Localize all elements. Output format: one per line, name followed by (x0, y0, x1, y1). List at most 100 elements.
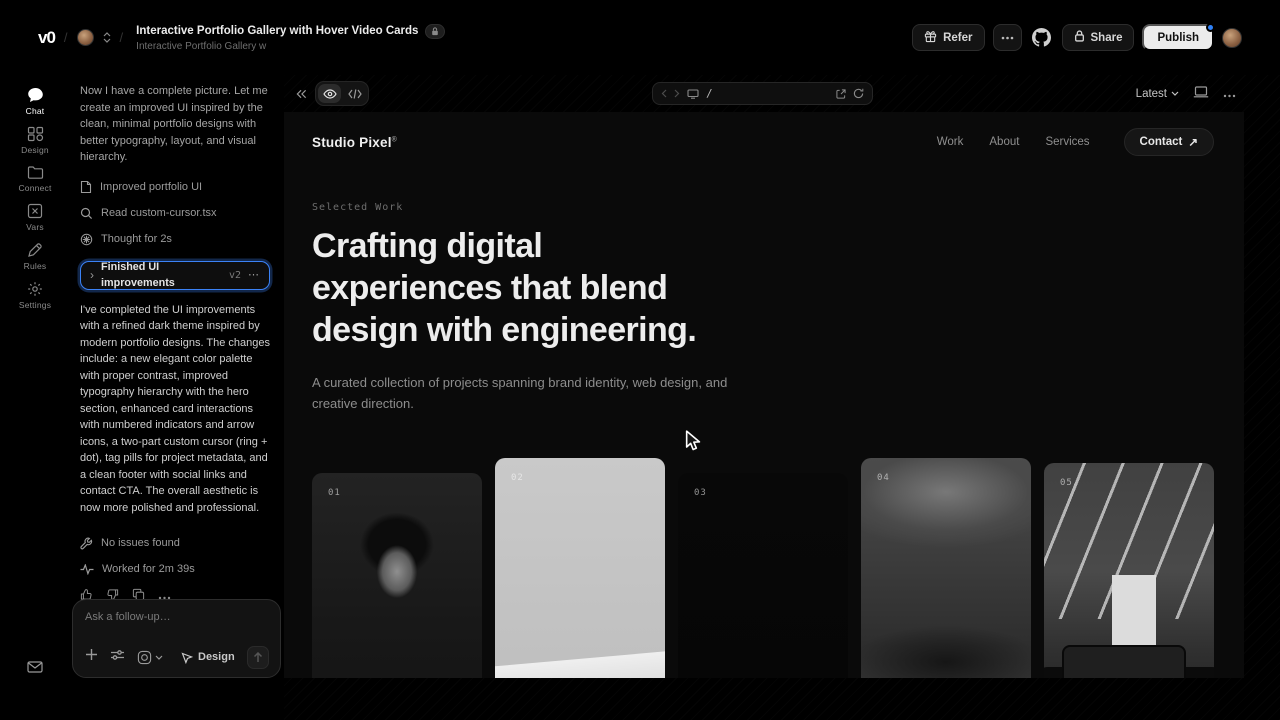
arrow-up-icon (253, 652, 263, 663)
model-logo-icon (137, 650, 152, 665)
send-button[interactable] (247, 646, 269, 669)
arrow-up-right-icon: ↗ (1188, 135, 1198, 149)
assistant-summary-message: I've completed the UI improvements with … (80, 302, 270, 517)
workspace-switcher-icon[interactable] (103, 32, 111, 43)
device-monitor-icon (687, 89, 699, 99)
version-tag: v2 (229, 268, 241, 283)
share-label: Share (1091, 32, 1123, 44)
project-card-01[interactable]: 01 (312, 473, 482, 678)
contact-label: Contact (1140, 136, 1183, 148)
code-icon (348, 89, 362, 99)
status-no-issues[interactable]: No issues found (80, 530, 270, 556)
assistant-intro-message: Now I have a complete picture. Let me cr… (80, 83, 270, 166)
code-view-toggle[interactable] (343, 84, 366, 103)
rail-item-settings[interactable]: Settings (7, 281, 63, 310)
task-list: Improved portfolio UI Read custom-cursor… (80, 176, 270, 251)
preview-eye-toggle[interactable] (318, 84, 341, 103)
viewport-toggle-icon[interactable] (1193, 85, 1209, 103)
settings-sliders-icon[interactable] (110, 649, 125, 667)
rail-label-vars: Vars (26, 222, 44, 232)
nav-link-services[interactable]: Services (1045, 136, 1089, 148)
version-card-menu-icon[interactable]: ⋯ (248, 267, 260, 284)
status-worked-duration[interactable]: Worked for 2m 39s (80, 556, 270, 582)
model-selector[interactable] (137, 650, 163, 665)
file-icon (80, 180, 92, 194)
top-bar: v0 / / Interactive Portfolio Gallery wit… (0, 0, 1280, 75)
search-icon (80, 207, 93, 220)
brand-mark: ® (392, 136, 397, 143)
pulse-icon (80, 564, 94, 575)
card-number: 02 (511, 473, 524, 483)
github-icon[interactable] (1030, 26, 1054, 50)
task-thought[interactable]: Thought for 2s (80, 228, 270, 251)
rail-item-rules[interactable]: Rules (7, 242, 63, 271)
preview-canvas: / Latest Studio Pixel® (284, 75, 1280, 720)
hero-eyebrow: Selected Work (312, 202, 403, 213)
preview-code-toggle (315, 81, 369, 106)
hero-heading-line: design with engineering. (312, 309, 696, 351)
breadcrumb-separator: / (64, 30, 68, 45)
rail-item-design[interactable]: Design (7, 126, 63, 155)
nav-link-work[interactable]: Work (937, 136, 964, 148)
nav-link-about[interactable]: About (989, 136, 1019, 148)
hero-subheading: A curated collection of projects spannin… (312, 372, 732, 414)
design-grid-icon (27, 126, 44, 142)
photo-modern-architecture (495, 650, 665, 678)
task-label: Thought for 2s (101, 231, 172, 248)
topbar-more-button[interactable] (993, 24, 1022, 51)
feedback-mail-button[interactable] (27, 660, 43, 678)
contact-button[interactable]: Contact ↗ (1124, 128, 1214, 156)
mouse-cursor (684, 430, 704, 452)
status-label: Worked for 2m 39s (102, 561, 195, 578)
open-external-icon[interactable] (836, 89, 846, 99)
follow-up-input[interactable] (85, 611, 269, 623)
rail-item-vars[interactable]: Vars (7, 203, 63, 232)
rail-item-connect[interactable]: Connect (7, 165, 63, 193)
site-brand[interactable]: Studio Pixel® (312, 135, 397, 150)
wrench-icon (80, 537, 93, 550)
design-mode-selector[interactable]: Design (181, 649, 235, 666)
refresh-icon[interactable] (853, 88, 864, 99)
user-avatar[interactable] (1222, 28, 1242, 48)
topbar-right: Refer Share Publish (912, 24, 1242, 51)
rail-label-rules: Rules (24, 261, 47, 271)
chevron-right-icon: › (90, 266, 94, 284)
site-header: Studio Pixel® Work About Services Contac… (312, 128, 1214, 156)
left-rail: Chat Design Connect Vars Rules Settings (0, 75, 70, 720)
refer-button[interactable]: Refer (912, 24, 984, 51)
chevron-down-icon (1171, 91, 1179, 96)
task-label: Read custom-cursor.tsx (101, 205, 217, 222)
folder-icon (27, 165, 44, 180)
v0-logo[interactable]: v0 (38, 28, 55, 48)
rail-item-chat[interactable]: Chat (7, 87, 63, 116)
project-card-03[interactable]: 03 (678, 473, 848, 678)
preview-url-bar[interactable]: / (652, 82, 873, 105)
back-icon[interactable] (661, 89, 667, 98)
publish-button[interactable]: Publish (1142, 24, 1214, 51)
share-button[interactable]: Share (1062, 24, 1135, 51)
task-improved-portfolio-ui[interactable]: Improved portfolio UI (80, 176, 270, 199)
attach-plus-icon[interactable] (85, 648, 98, 667)
design-mode-label: Design (198, 649, 235, 666)
card-number: 03 (694, 488, 707, 498)
card-number: 01 (328, 488, 341, 498)
project-card-04[interactable]: 04 (861, 458, 1031, 678)
hero-heading: Crafting digital experiences that blend … (312, 225, 696, 351)
site-nav: Work About Services Contact ↗ (937, 128, 1214, 156)
version-card-finished-ui-improvements[interactable]: › Finished UI improvements v2 ⋯ (80, 261, 270, 290)
preview-more-icon[interactable] (1223, 87, 1236, 101)
chat-composer[interactable]: Design (72, 599, 281, 678)
photo-car-window (1062, 645, 1186, 678)
collapse-panel-icon[interactable] (296, 89, 307, 99)
publish-notification-dot (1206, 23, 1215, 32)
version-dropdown-label: Latest (1136, 88, 1167, 100)
project-card-05[interactable]: 05 (1044, 463, 1214, 678)
project-card-02[interactable]: 02 (495, 458, 665, 678)
forward-icon[interactable] (674, 89, 680, 98)
workspace-avatar[interactable] (77, 29, 94, 46)
url-path[interactable]: / (706, 87, 713, 100)
project-subtitle: Interactive Portfolio Gallery w (136, 41, 445, 52)
project-title[interactable]: Interactive Portfolio Gallery with Hover… (136, 25, 418, 37)
version-dropdown[interactable]: Latest (1136, 88, 1179, 100)
task-read-custom-cursor[interactable]: Read custom-cursor.tsx (80, 202, 270, 225)
